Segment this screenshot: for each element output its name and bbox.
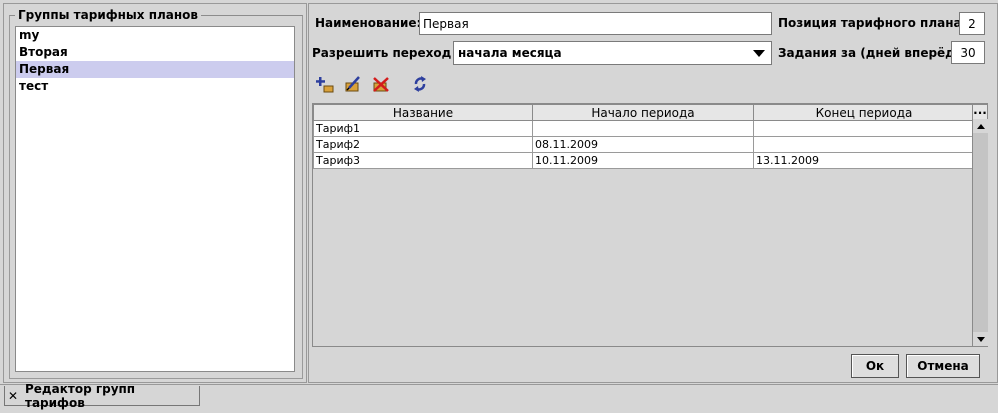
tab-tariff-group-editor[interactable]: ✕ Редактор групп тарифов bbox=[4, 382, 200, 410]
column-header-name[interactable]: Название bbox=[313, 104, 533, 121]
groups-list[interactable]: my Вторая Первая тест bbox=[15, 26, 295, 372]
tariffs-table-area: Название Начало периода Конец периода Та… bbox=[312, 103, 988, 347]
name-field[interactable] bbox=[419, 12, 772, 35]
table-row[interactable]: Тариф3 10.11.2009 13.11.2009 bbox=[313, 152, 975, 169]
name-label: Наименование: bbox=[315, 16, 422, 30]
cancel-button[interactable]: Отмена bbox=[906, 354, 980, 378]
column-chooser-button[interactable]: ... bbox=[972, 104, 988, 120]
table-header-row: Название Начало периода Конец периода bbox=[313, 104, 975, 121]
scroll-up-button[interactable] bbox=[973, 119, 988, 133]
arrow-down-icon bbox=[976, 336, 985, 342]
refresh-button[interactable] bbox=[410, 74, 430, 94]
refresh-icon bbox=[414, 76, 426, 92]
list-item[interactable]: my bbox=[16, 27, 294, 44]
close-icon[interactable]: ✕ bbox=[5, 389, 21, 403]
vertical-scrollbar[interactable] bbox=[972, 119, 988, 346]
arrow-up-icon bbox=[976, 123, 985, 129]
list-item-selected[interactable]: Первая bbox=[16, 61, 294, 78]
add-tariff-icon bbox=[316, 77, 334, 93]
list-item[interactable]: Вторая bbox=[16, 44, 294, 61]
table-cell[interactable]: Тариф3 bbox=[313, 152, 533, 169]
table-cell[interactable]: 10.11.2009 bbox=[532, 152, 754, 169]
table-cell[interactable]: 08.11.2009 bbox=[532, 136, 754, 153]
table-cell[interactable]: 13.11.2009 bbox=[753, 152, 975, 169]
edit-tariff-icon bbox=[345, 76, 360, 92]
table-cell[interactable]: Тариф2 bbox=[313, 136, 533, 153]
tariffs-table: Название Начало периода Конец периода Та… bbox=[313, 104, 975, 169]
table-row[interactable]: Тариф2 08.11.2009 bbox=[313, 136, 975, 153]
column-header-start[interactable]: Начало периода bbox=[532, 104, 754, 121]
list-item[interactable]: тест bbox=[16, 78, 294, 95]
column-header-end[interactable]: Конец периода bbox=[753, 104, 975, 121]
tasks-field[interactable] bbox=[951, 41, 985, 64]
transition-label: Разрешить переход с bbox=[312, 46, 463, 60]
ok-button[interactable]: Ок bbox=[851, 354, 899, 378]
delete-tariff-icon bbox=[373, 77, 389, 92]
position-field[interactable] bbox=[959, 12, 985, 35]
add-tariff-button[interactable] bbox=[315, 74, 335, 94]
scroll-down-button[interactable] bbox=[973, 332, 988, 346]
delete-tariff-button[interactable] bbox=[371, 74, 391, 94]
position-label: Позиция тарифного плана: bbox=[778, 16, 967, 30]
table-cell[interactable]: Тариф1 bbox=[313, 120, 533, 137]
tab-label: Редактор групп тарифов bbox=[25, 381, 136, 410]
groups-title: Группы тарифных планов bbox=[15, 7, 201, 23]
table-cell[interactable] bbox=[753, 136, 975, 153]
edit-tariff-button[interactable] bbox=[343, 74, 363, 94]
chevron-down-icon bbox=[753, 49, 765, 57]
table-cell[interactable] bbox=[532, 120, 754, 137]
table-row[interactable]: Тариф1 bbox=[313, 120, 975, 137]
transition-select[interactable]: начала месяца bbox=[453, 41, 772, 65]
table-cell[interactable] bbox=[753, 120, 975, 137]
tasks-label: Задания за (дней вперёд): bbox=[778, 46, 966, 60]
transition-select-value: начала месяца bbox=[458, 46, 562, 60]
